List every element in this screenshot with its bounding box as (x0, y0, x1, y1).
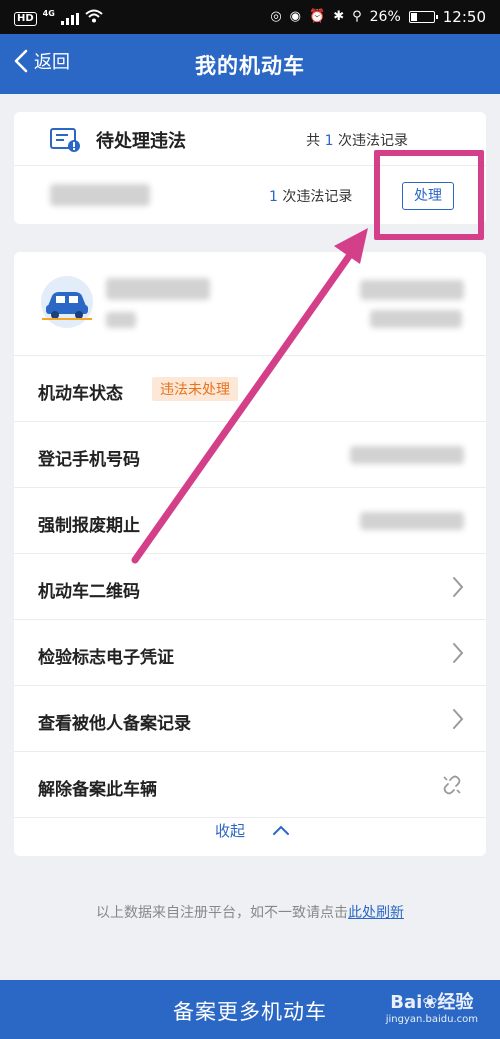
vehicle-type-redacted (106, 312, 136, 328)
baidu-watermark: Bai❀经验 jingyan.baidu.com (386, 988, 478, 1025)
vehicle-name-redacted (106, 278, 210, 300)
unbind-vehicle-row[interactable]: 解除备案此车辆 (14, 752, 486, 818)
battery-icon (408, 11, 438, 23)
page-title: 我的机动车 (195, 54, 305, 78)
total-suffix: 次违法记录 (338, 133, 408, 149)
note-text: 以上数据来自注册平台，如不一致请点击 (96, 905, 348, 921)
wifi-icon (85, 9, 103, 28)
hd-badge: HD (14, 11, 37, 26)
vehicle-status-redacted (360, 280, 464, 300)
inspection-label: 检验标志电子凭证 (38, 648, 174, 668)
watermark-url: jingyan.baidu.com (385, 1014, 478, 1025)
vehicle-qr-code-row[interactable]: 机动车二维码 (14, 554, 486, 620)
phone-label: 登记手机号码 (38, 450, 140, 470)
bluetooth-icon: ✱ (333, 9, 345, 24)
vehicle-details-card: 机动车状态 违法未处理 登记手机号码 强制报废期止 机动车二维码 检验标志电子凭… (14, 252, 486, 856)
paw-icon: ❀ (422, 992, 438, 1013)
watermark-brand: Bai❀经验 (386, 988, 478, 1014)
bottom-action-bar: 备案更多机动车 Bai❀经验 jingyan.baidu.com (0, 980, 500, 1039)
clock: 12:50 (442, 8, 486, 26)
scrap-date-redacted (360, 512, 464, 530)
phone-row: 登记手机号码 (14, 422, 486, 488)
chevron-right-icon (453, 709, 464, 729)
network-type: 4G (42, 9, 55, 18)
row-suffix: 次违法记录 (282, 189, 353, 205)
collapse-button[interactable]: 收起 (14, 820, 486, 856)
signal-icon (60, 12, 79, 25)
violation-document-icon (50, 128, 80, 152)
battery-percent: 26% (369, 9, 401, 25)
refresh-link[interactable]: 此处刷新 (348, 905, 404, 921)
chevron-right-icon (453, 643, 464, 663)
qr-code-label: 机动车二维码 (38, 582, 140, 602)
car-icon (41, 276, 93, 328)
nfc-icon: ◎ (270, 9, 282, 24)
vehicle-plate-redacted (370, 310, 462, 328)
status-badge: 违法未处理 (152, 377, 238, 401)
watermark-brand-cn: 经验 (437, 992, 474, 1013)
records-label: 查看被他人备案记录 (38, 714, 191, 734)
collapse-label: 收起 (214, 822, 245, 840)
vehicle-status-label: 机动车状态 (38, 384, 123, 404)
row-count: 1 (269, 189, 278, 205)
total-count: 1 (324, 133, 334, 149)
scrap-date-row: 强制报废期止 (14, 488, 486, 554)
unlink-icon (443, 775, 461, 795)
nav-bar: 返回 我的机动车 (0, 34, 500, 94)
chevron-up-icon (273, 825, 289, 835)
scrap-date-label: 强制报废期止 (38, 516, 140, 536)
status-bar: HD 4G ◎ ◉ ⏰ ✱ ⚲ 26% 12:50 (0, 0, 500, 34)
annotation-highlight-box (374, 150, 484, 240)
vehicle-summary (14, 252, 486, 356)
data-source-note: 以上数据来自注册平台，如不一致请点击此处刷新 (0, 902, 500, 922)
violation-row-count: 1 次违法记录 (269, 186, 352, 206)
unbind-label: 解除备案此车辆 (38, 780, 157, 800)
location-icon: ⚲ (352, 9, 362, 24)
alarm-icon: ⏰ (309, 9, 326, 24)
chevron-right-icon (453, 577, 464, 597)
view-records-row[interactable]: 查看被他人备案记录 (14, 686, 486, 752)
vehicle-status-row: 机动车状态 违法未处理 (14, 356, 486, 422)
watermark-brand-text: Bai (390, 992, 423, 1013)
phone-value-redacted (350, 446, 464, 464)
eye-comfort-icon: ◉ (289, 9, 302, 24)
inspection-certificate-row[interactable]: 检验标志电子凭证 (14, 620, 486, 686)
violations-total: 共 1 次违法记录 (306, 130, 408, 150)
plate-number-redacted (50, 184, 150, 206)
total-prefix: 共 (306, 133, 321, 149)
violations-title: 待处理违法 (96, 131, 186, 152)
